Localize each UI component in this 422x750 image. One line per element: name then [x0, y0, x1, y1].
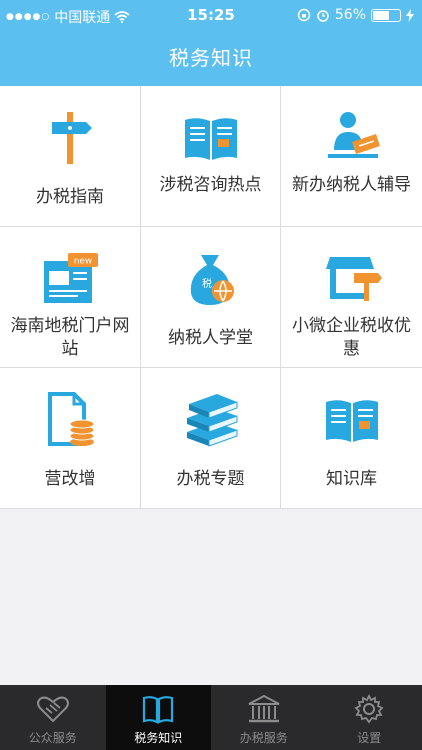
reading-person-icon — [327, 112, 380, 158]
grid-item-taxpayer-school[interactable]: 税 纳税人学堂 — [141, 227, 281, 368]
rotation-lock-icon — [297, 8, 311, 22]
grid-item-tax-consult-hotspot[interactable]: 涉税咨询热点 — [141, 86, 281, 227]
tab-tax-knowledge[interactable]: 税务知识 — [105, 685, 211, 750]
grid-item-tax-guide[interactable]: 办税指南 — [0, 86, 141, 227]
battery-percent: 56% — [334, 7, 366, 23]
grid-item-label: 小微企业税收优惠 — [292, 316, 411, 359]
status-bar: ●●●●○ 中国联通 15:25 56% — [0, 0, 422, 30]
open-book-icon — [325, 400, 378, 442]
website-new-icon: new — [44, 253, 98, 303]
book-icon — [143, 696, 174, 724]
tab-settings[interactable]: 设置 — [317, 685, 422, 750]
svg-text:税: 税 — [202, 277, 212, 290]
svg-text:new: new — [74, 257, 93, 267]
grid-item-label: 海南地税门户网站 — [10, 316, 130, 359]
grid-item-new-taxpayer-guide[interactable]: 新办纳税人辅导 — [281, 86, 422, 227]
document-coins-icon — [48, 392, 95, 446]
tab-public-service[interactable]: 公众服务 — [0, 685, 106, 750]
charging-icon — [406, 8, 414, 22]
handshake-heart-icon — [36, 696, 69, 723]
grid-item-vat-reform[interactable]: 营改增 — [0, 368, 141, 509]
tab-bar: 公众服务 税务知识 办税服务 设置 — [0, 685, 422, 750]
grid-item-hainan-tax-portal[interactable]: new 海南地税门户网站 — [0, 227, 141, 368]
tab-tax-service[interactable]: 办税服务 — [211, 685, 317, 750]
grid-item-label: 涉税咨询热点 — [159, 175, 262, 195]
bank-building-icon — [248, 694, 280, 723]
signpost-icon — [52, 112, 92, 164]
header-bar: ●●●●○ 中国联通 15:25 56% 税务知识 — [0, 0, 422, 86]
grid-item-label: 纳税人学堂 — [168, 328, 253, 348]
open-book-icon — [184, 118, 237, 160]
grid-item-label: 办税指南 — [36, 187, 104, 207]
gear-icon — [354, 693, 384, 724]
grid-item-label: 营改增 — [44, 469, 96, 489]
grid-item-label: 知识库 — [326, 469, 377, 489]
shop-sign-icon — [325, 257, 382, 301]
book-stack-icon — [186, 394, 237, 447]
battery-icon — [371, 8, 401, 22]
tab-label: 税务知识 — [134, 731, 183, 745]
tab-label: 公众服务 — [28, 731, 77, 745]
tab-label: 设置 — [357, 731, 382, 745]
alarm-icon — [317, 10, 329, 22]
grid-item-tax-topics[interactable]: 办税专题 — [141, 368, 281, 509]
menu-grid: 办税指南 涉税咨询热点 新办纳税人辅导 new 海南地税门户网站 税 纳税人学堂… — [0, 86, 422, 509]
grid-item-label: 办税专题 — [176, 469, 245, 489]
grid-item-label: 新办纳税人辅导 — [292, 175, 411, 195]
tab-label: 办税服务 — [239, 731, 288, 745]
money-bag-globe-icon: 税 — [190, 255, 234, 305]
grid-item-small-business-tax-benefits[interactable]: 小微企业税收优惠 — [281, 227, 422, 368]
page-title: 税务知识 — [169, 46, 253, 70]
grid-item-knowledge-base[interactable]: 知识库 — [281, 368, 422, 509]
